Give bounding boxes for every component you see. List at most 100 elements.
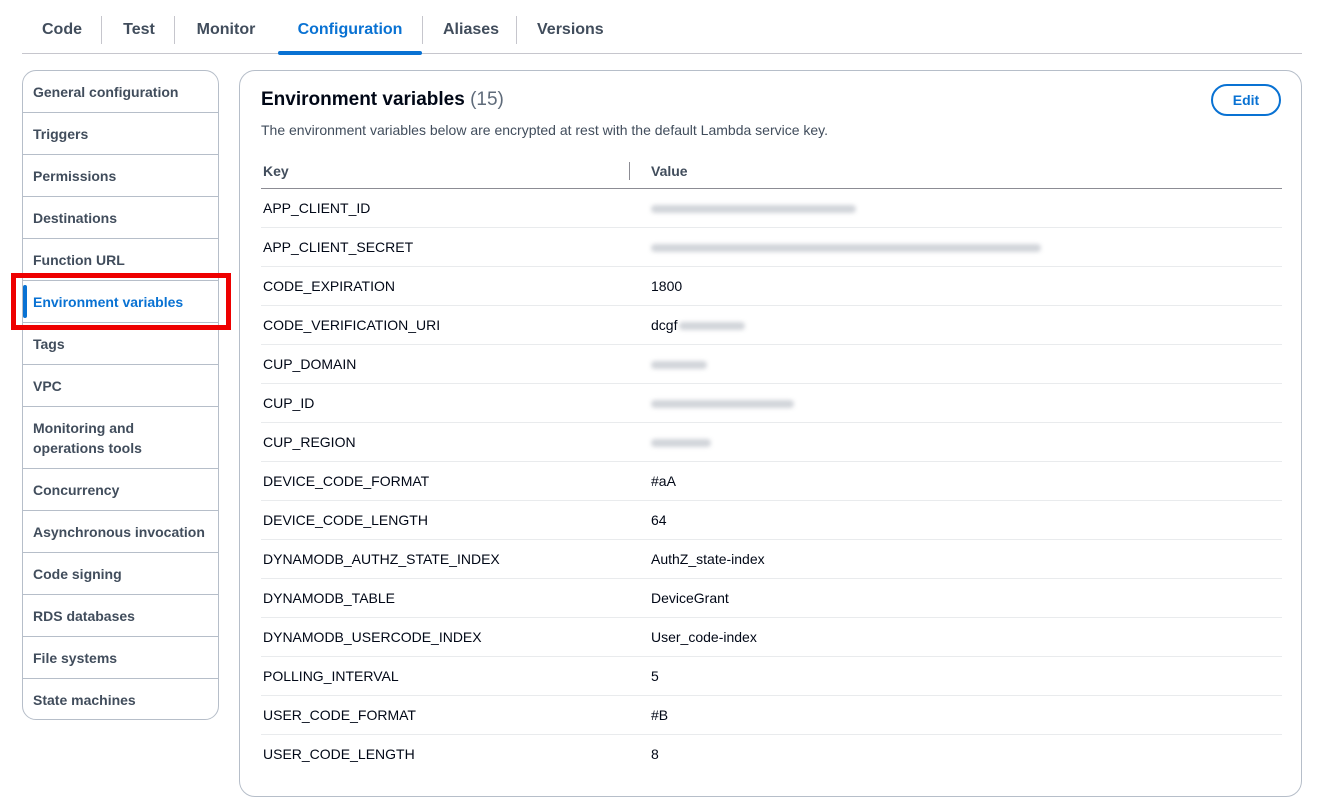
table-row: CUP_REGION (261, 423, 1282, 462)
tab-versions[interactable]: Versions (537, 8, 604, 53)
table-row: DEVICE_CODE_FORMAT #aA (261, 462, 1282, 501)
nav-triggers[interactable]: Triggers (23, 113, 218, 155)
tab-test[interactable]: Test (122, 8, 156, 53)
env-value: 1800 (651, 278, 683, 294)
nav-code-signing[interactable]: Code signing (23, 553, 218, 595)
env-value: User_code-index (651, 629, 757, 645)
nav-file-systems[interactable]: File systems (23, 637, 218, 679)
highlight-annotation-box (11, 273, 231, 330)
env-value: AuthZ_state-index (651, 551, 765, 567)
table-row: APP_CLIENT_ID (261, 189, 1282, 228)
config-side-nav: General configuration Triggers Permissio… (22, 70, 219, 720)
table-row: USER_CODE_LENGTH 8 (261, 735, 1282, 774)
nav-destinations[interactable]: Destinations (23, 197, 218, 239)
table-row: USER_CODE_FORMAT #B (261, 696, 1282, 735)
env-value: 8 (651, 746, 659, 762)
env-value-redacted (651, 189, 856, 228)
nav-state-machines[interactable]: State machines (23, 679, 218, 719)
column-header-value: Value (651, 163, 688, 179)
nav-label: Triggers (33, 125, 89, 142)
env-variables-table: Key Value APP_CLIENT_ID APP_CLIENT_SECRE… (261, 154, 1282, 774)
table-row: APP_CLIENT_SECRET (261, 228, 1282, 267)
nav-label: Concurrency (33, 481, 120, 498)
table-row: DYNAMODB_AUTHZ_STATE_INDEX AuthZ_state-i… (261, 540, 1282, 579)
nav-label: VPC (33, 377, 62, 394)
table-row: CODE_EXPIRATION 1800 (261, 267, 1282, 306)
table-header: Key Value (261, 154, 1282, 189)
edit-button[interactable]: Edit (1211, 84, 1281, 116)
nav-label: State machines (33, 692, 136, 708)
env-key: DEVICE_CODE_LENGTH (263, 512, 428, 528)
nav-label: General configuration (33, 83, 179, 100)
env-value: 64 (651, 512, 667, 528)
table-row: DEVICE_CODE_LENGTH 64 (261, 501, 1282, 540)
redacted-value (651, 204, 856, 213)
env-key: CUP_DOMAIN (263, 356, 357, 372)
tab-code[interactable]: Code (42, 8, 82, 53)
tab-configuration[interactable]: Configuration (278, 8, 422, 55)
env-key: CODE_EXPIRATION (263, 278, 395, 294)
nav-monitoring-and-operations-tools[interactable]: Monitoring and operations tools (23, 407, 218, 469)
nav-general-configuration[interactable]: General configuration (23, 71, 218, 113)
tab-aliases[interactable]: Aliases (443, 8, 499, 53)
env-key: DYNAMODB_AUTHZ_STATE_INDEX (263, 551, 500, 567)
nav-label: Destinations (33, 209, 118, 226)
nav-label: Monitoring and operations tools (33, 419, 142, 456)
nav-vpc[interactable]: VPC (23, 365, 218, 407)
nav-asynchronous-invocation[interactable]: Asynchronous invocation (23, 511, 218, 553)
env-value-redacted (651, 228, 1041, 267)
redacted-value (651, 243, 1041, 252)
env-key: DYNAMODB_USERCODE_INDEX (263, 629, 482, 645)
table-row: CUP_DOMAIN (261, 345, 1282, 384)
redacted-value (651, 399, 794, 408)
env-value-redacted (651, 345, 707, 384)
nav-label: Asynchronous invocation (33, 523, 205, 540)
table-row: DYNAMODB_USERCODE_INDEX User_code-index (261, 618, 1282, 657)
redacted-value (651, 438, 711, 447)
env-key: POLLING_INTERVAL (263, 668, 399, 684)
env-value-partial: dcgf (651, 306, 746, 345)
nav-label: Function URL (33, 251, 125, 268)
env-value: #aA (651, 473, 676, 489)
tab-monitor[interactable]: Monitor (195, 8, 257, 53)
env-value-redacted (651, 384, 794, 423)
env-value: dcgf (651, 317, 678, 333)
panel-count: (15) (470, 89, 504, 110)
tab-bar: Code Test Monitor Configuration Aliases … (22, 8, 1302, 55)
panel-title-text: Environment variables (261, 89, 465, 110)
nav-label: Code signing (33, 565, 122, 582)
env-key: USER_CODE_FORMAT (263, 707, 416, 723)
env-key: DEVICE_CODE_FORMAT (263, 473, 430, 489)
nav-label: Tags (33, 335, 65, 352)
column-header-key: Key (263, 163, 289, 179)
env-value: #B (651, 707, 669, 723)
table-row: POLLING_INTERVAL 5 (261, 657, 1282, 696)
nav-label: Permissions (33, 167, 117, 184)
env-key: APP_CLIENT_ID (263, 200, 371, 216)
table-row: DYNAMODB_TABLE DeviceGrant (261, 579, 1282, 618)
table-row: CUP_ID (261, 384, 1282, 423)
env-key: USER_CODE_LENGTH (263, 746, 415, 762)
nav-concurrency[interactable]: Concurrency (23, 469, 218, 511)
table-row: CODE_VERIFICATION_URI dcgf (261, 306, 1282, 345)
env-key: DYNAMODB_TABLE (263, 590, 395, 606)
env-value: DeviceGrant (651, 590, 729, 606)
nav-rds-databases[interactable]: RDS databases (23, 595, 218, 637)
tab-separator (422, 16, 423, 44)
env-key: CODE_VERIFICATION_URI (263, 317, 441, 333)
env-value: 5 (651, 668, 659, 684)
column-resizer[interactable] (629, 162, 630, 180)
nav-label: RDS databases (33, 607, 135, 624)
tab-separator (174, 16, 175, 44)
tab-separator (516, 16, 517, 44)
redacted-value (651, 360, 707, 369)
nav-permissions[interactable]: Permissions (23, 155, 218, 197)
env-key: CUP_ID (263, 395, 315, 411)
panel-title: Environment variables (15) (261, 89, 504, 111)
environment-variables-panel: Environment variables (15) The environme… (239, 70, 1302, 797)
panel-description: The environment variables below are encr… (261, 122, 829, 138)
env-value-redacted (651, 423, 711, 462)
env-key: CUP_REGION (263, 434, 356, 450)
tab-separator (101, 16, 102, 44)
env-key: APP_CLIENT_SECRET (263, 239, 414, 255)
